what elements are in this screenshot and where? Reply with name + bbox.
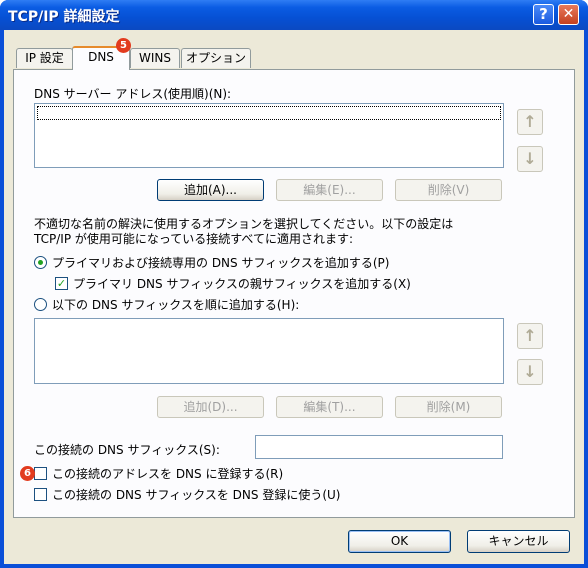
add-server-button[interactable]: 追加(A)...	[157, 179, 264, 201]
help-icon[interactable]: ?	[533, 4, 554, 25]
use-suffix-label[interactable]: この接続の DNS サフィックスを DNS 登録に使う(U)	[52, 486, 340, 503]
tab-wins[interactable]: WINS	[130, 48, 180, 68]
ok-button[interactable]: OK	[348, 530, 451, 553]
suffix-list[interactable]	[34, 318, 504, 384]
tab-ip-settings[interactable]: IP 設定	[16, 48, 73, 68]
use-suffix-checkbox[interactable]	[34, 488, 47, 501]
dialog-window: TCP/IP 詳細設定 ? ✕ IP 設定 DNS 5 WINS オプション D…	[0, 0, 588, 568]
cancel-button[interactable]: キャンセル	[467, 530, 570, 553]
primary-suffix-radio[interactable]	[34, 256, 47, 269]
add-suffix-button[interactable]: 追加(D)...	[157, 396, 264, 418]
callout-badge-5: 5	[116, 38, 131, 53]
arrow-up-icon[interactable]: ↑	[517, 109, 543, 135]
ordered-suffix-label[interactable]: 以下の DNS サフィックスを順に追加する(H):	[52, 296, 299, 313]
window-title: TCP/IP 詳細設定	[8, 9, 120, 25]
ordered-suffix-radio[interactable]	[34, 298, 47, 311]
register-address-label[interactable]: この接続のアドレスを DNS に登録する(R)	[52, 465, 283, 482]
description-line-2: TCP/IP が使用可能になっている接続すべてに適用されます:	[34, 232, 354, 246]
parent-suffix-checkbox[interactable]: ✓	[55, 277, 68, 290]
connection-suffix-label: この接続の DNS サフィックス(S):	[34, 443, 220, 457]
list-focus-line	[37, 106, 501, 120]
title-bar[interactable]: TCP/IP 詳細設定 ? ✕	[0, 0, 588, 30]
edit-suffix-button[interactable]: 編集(T)...	[276, 396, 383, 418]
radio-selected-dot	[38, 260, 43, 265]
arrow-down-icon[interactable]: ↓	[517, 359, 543, 385]
arrow-down-icon[interactable]: ↓	[517, 146, 543, 172]
register-address-checkbox[interactable]	[34, 467, 47, 480]
close-icon[interactable]: ✕	[558, 4, 579, 25]
parent-suffix-label[interactable]: プライマリ DNS サフィックスの親サフィックスを追加する(X)	[73, 275, 411, 292]
arrow-up-icon[interactable]: ↑	[517, 323, 543, 349]
edit-server-button[interactable]: 編集(E)...	[276, 179, 383, 201]
dns-server-label: DNS サーバー アドレス(使用順)(N):	[34, 87, 232, 101]
delete-suffix-button[interactable]: 削除(M)	[395, 396, 502, 418]
tab-options[interactable]: オプション	[181, 48, 251, 68]
dns-server-list[interactable]	[34, 103, 504, 168]
delete-server-button[interactable]: 削除(V)	[395, 179, 502, 201]
connection-suffix-input[interactable]	[255, 435, 503, 459]
callout-badge-6: 6	[20, 466, 35, 481]
dialog-client: IP 設定 DNS 5 WINS オプション DNS サーバー アドレス(使用順…	[4, 30, 584, 564]
primary-suffix-label[interactable]: プライマリおよび接続専用の DNS サフィックスを追加する(P)	[52, 254, 389, 271]
dns-tab-panel: DNS サーバー アドレス(使用順)(N): ↑ ↓ 追加(A)... 編集(E…	[13, 69, 575, 518]
